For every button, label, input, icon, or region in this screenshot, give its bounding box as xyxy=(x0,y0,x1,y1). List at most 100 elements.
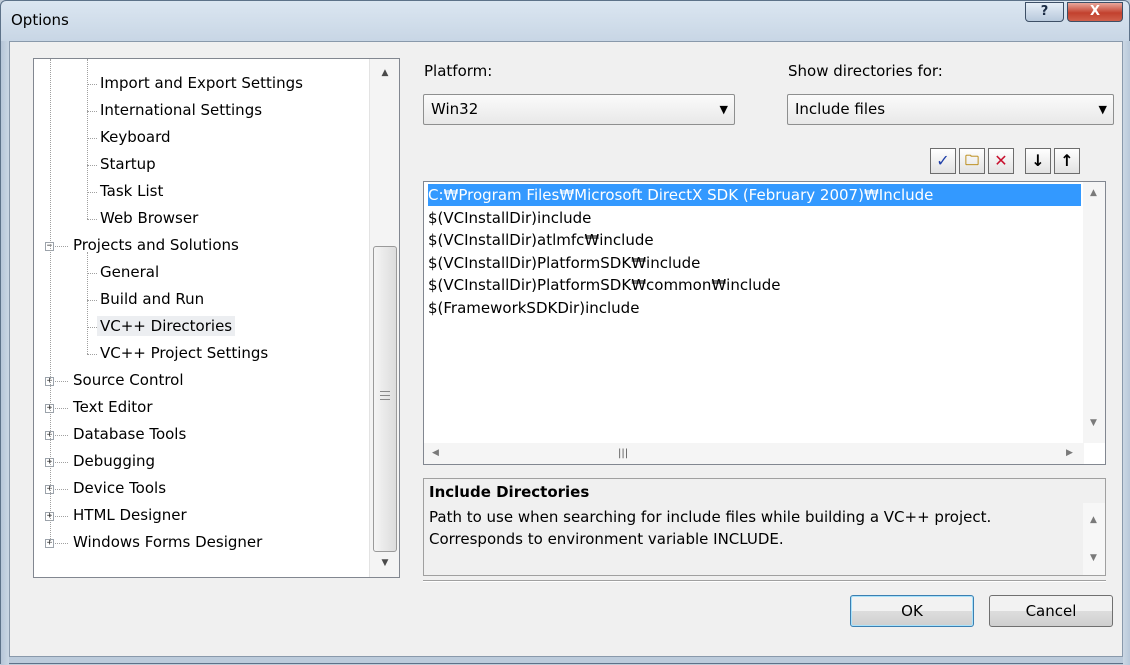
chevron-down-icon: ▼ xyxy=(1098,103,1107,116)
tree-item[interactable]: Keyboard xyxy=(97,126,174,150)
tree-item-label: Text Editor xyxy=(73,398,153,416)
window-frame-left xyxy=(1,41,9,665)
tree-item[interactable]: International Settings xyxy=(97,99,265,123)
scroll-up-icon[interactable]: ▲ xyxy=(1090,188,1097,198)
tree-connector xyxy=(87,300,97,301)
tree-item[interactable]: Projects and Solutions xyxy=(70,234,242,258)
description-title: Include Directories xyxy=(429,483,590,501)
tree-item-label: Keyboard xyxy=(100,128,171,146)
help-button[interactable]: ? xyxy=(1025,2,1064,22)
ok-button[interactable]: OK xyxy=(850,595,974,627)
options-dialog: Options ? X Import and Export Settings In… xyxy=(0,0,1130,665)
tree-item[interactable]: Device Tools xyxy=(70,477,169,501)
tree-connector xyxy=(87,354,97,355)
tree-item-label: Startup xyxy=(100,155,156,173)
scroll-up-icon[interactable]: ▲ xyxy=(370,59,399,87)
tree-guide-line xyxy=(87,252,88,354)
grip-line xyxy=(380,391,390,392)
dialog-client-area: Import and Export Settings International … xyxy=(9,41,1123,657)
show-directories-combo[interactable]: Include files ▼ xyxy=(787,94,1114,125)
window-frame-right xyxy=(1123,41,1130,665)
tree-item[interactable]: Import and Export Settings xyxy=(97,72,306,96)
tree-item-label: Debugging xyxy=(73,452,156,470)
tree-item-label: Source Control xyxy=(73,371,184,389)
tree-item-label: International Settings xyxy=(100,101,263,119)
tree-scroll-thumb[interactable] xyxy=(373,246,397,552)
tree-item-label: Build and Run xyxy=(100,290,205,308)
grip-line xyxy=(380,399,390,400)
platform-combo[interactable]: Win32 ▼ xyxy=(423,94,735,125)
move-down-icon[interactable]: ↓ xyxy=(1025,148,1051,174)
show-directories-value: Include files xyxy=(795,100,886,118)
directory-row[interactable]: $(VCInstallDir)PlatformSDK₩common₩includ… xyxy=(428,274,781,296)
tree-item[interactable]: Web Browser xyxy=(97,207,201,231)
scroll-down-icon[interactable]: ▼ xyxy=(370,549,399,577)
tree-item[interactable]: Text Editor xyxy=(70,396,156,420)
directory-row[interactable]: $(VCInstallDir)PlatformSDK₩include xyxy=(428,252,700,274)
description-scrollbar[interactable]: ▲ ▼ xyxy=(1083,503,1105,575)
tree-connector xyxy=(87,273,97,274)
scroll-left-icon[interactable]: ◀ xyxy=(432,448,439,458)
tree-connector xyxy=(87,219,97,220)
tree-item-label: VC++ Project Settings xyxy=(100,344,269,362)
move-up-icon[interactable]: ↑ xyxy=(1054,148,1080,174)
tree-item-label: General xyxy=(100,263,160,281)
check-icon[interactable]: ✓ xyxy=(930,148,956,174)
tree-item-label: Database Tools xyxy=(73,425,187,443)
tree-item[interactable]: VC++ Directories xyxy=(97,315,236,339)
chevron-down-icon: ▼ xyxy=(719,103,728,116)
tree-item-label: Windows Forms Designer xyxy=(73,533,263,551)
tree-connector xyxy=(87,138,97,139)
cancel-button[interactable]: Cancel xyxy=(989,595,1113,627)
tree-connector xyxy=(87,84,97,85)
close-button[interactable]: X xyxy=(1067,2,1123,22)
tree-vertical-scrollbar[interactable]: ▲ ▼ xyxy=(369,59,399,577)
platform-value: Win32 xyxy=(431,100,479,118)
directory-row[interactable]: $(FrameworkSDKDir)include xyxy=(428,297,639,319)
list-vertical-scrollbar[interactable]: ▲ ▼ xyxy=(1083,182,1105,443)
delete-icon[interactable]: ✕ xyxy=(988,148,1014,174)
directory-row[interactable]: C:₩Program Files₩Microsoft DirectX SDK (… xyxy=(428,184,1081,206)
description-text: Path to use when searching for include f… xyxy=(429,508,992,548)
list-horizontal-scrollbar[interactable]: ◀ ||| ▶ xyxy=(424,443,1084,464)
tree-item-label: Device Tools xyxy=(73,479,167,497)
show-directories-label: Show directories for: xyxy=(788,62,943,80)
scroll-right-icon[interactable]: ▶ xyxy=(1066,448,1073,458)
tree-item-label: Web Browser xyxy=(100,209,199,227)
tree-item[interactable]: VC++ Project Settings xyxy=(97,342,271,366)
scroll-grip-icon[interactable]: ||| xyxy=(618,448,628,459)
tree-item-label: VC++ Directories xyxy=(97,316,236,336)
options-tree[interactable]: Import and Export Settings International … xyxy=(33,58,400,578)
directory-row[interactable]: $(VCInstallDir)include xyxy=(428,207,591,229)
tree-connector xyxy=(87,111,97,112)
tree-item[interactable]: Source Control xyxy=(70,369,187,393)
grip-line xyxy=(380,395,390,396)
tree-guide-line xyxy=(50,59,51,543)
separator xyxy=(423,580,1106,582)
tree-item[interactable]: Database Tools xyxy=(70,423,189,447)
tree-item[interactable]: Windows Forms Designer xyxy=(70,531,265,555)
tree-item[interactable]: HTML Designer xyxy=(70,504,190,528)
tree-item-label: Task List xyxy=(100,182,164,200)
scroll-down-icon[interactable]: ▼ xyxy=(1090,418,1097,428)
new-folder-icon[interactable]: 🗀 xyxy=(959,148,985,174)
description-panel: Include Directories Path to use when sea… xyxy=(423,478,1106,576)
tree-item[interactable]: Task List xyxy=(97,180,166,204)
tree-item[interactable]: Startup xyxy=(97,153,159,177)
tree-item-label: HTML Designer xyxy=(73,506,187,524)
tree-item-label: Projects and Solutions xyxy=(73,236,239,254)
tree-connector xyxy=(87,192,97,193)
tree-item-label: Import and Export Settings xyxy=(100,74,303,92)
scroll-up-icon[interactable]: ▲ xyxy=(1090,515,1097,525)
directory-row[interactable]: $(VCInstallDir)atlmfc₩include xyxy=(428,229,654,251)
tree-connector xyxy=(87,327,97,328)
directory-list[interactable]: C:₩Program Files₩Microsoft DirectX SDK (… xyxy=(423,181,1106,465)
tree-item[interactable]: Debugging xyxy=(70,450,158,474)
scroll-down-icon[interactable]: ▼ xyxy=(1090,553,1097,563)
title-bar[interactable]: Options ? X xyxy=(1,1,1129,41)
tree-guide-line xyxy=(87,59,88,219)
tree-item[interactable]: General xyxy=(97,261,162,285)
window-title: Options xyxy=(11,11,69,29)
tree-item[interactable]: Build and Run xyxy=(97,288,207,312)
platform-label: Platform: xyxy=(424,62,493,80)
